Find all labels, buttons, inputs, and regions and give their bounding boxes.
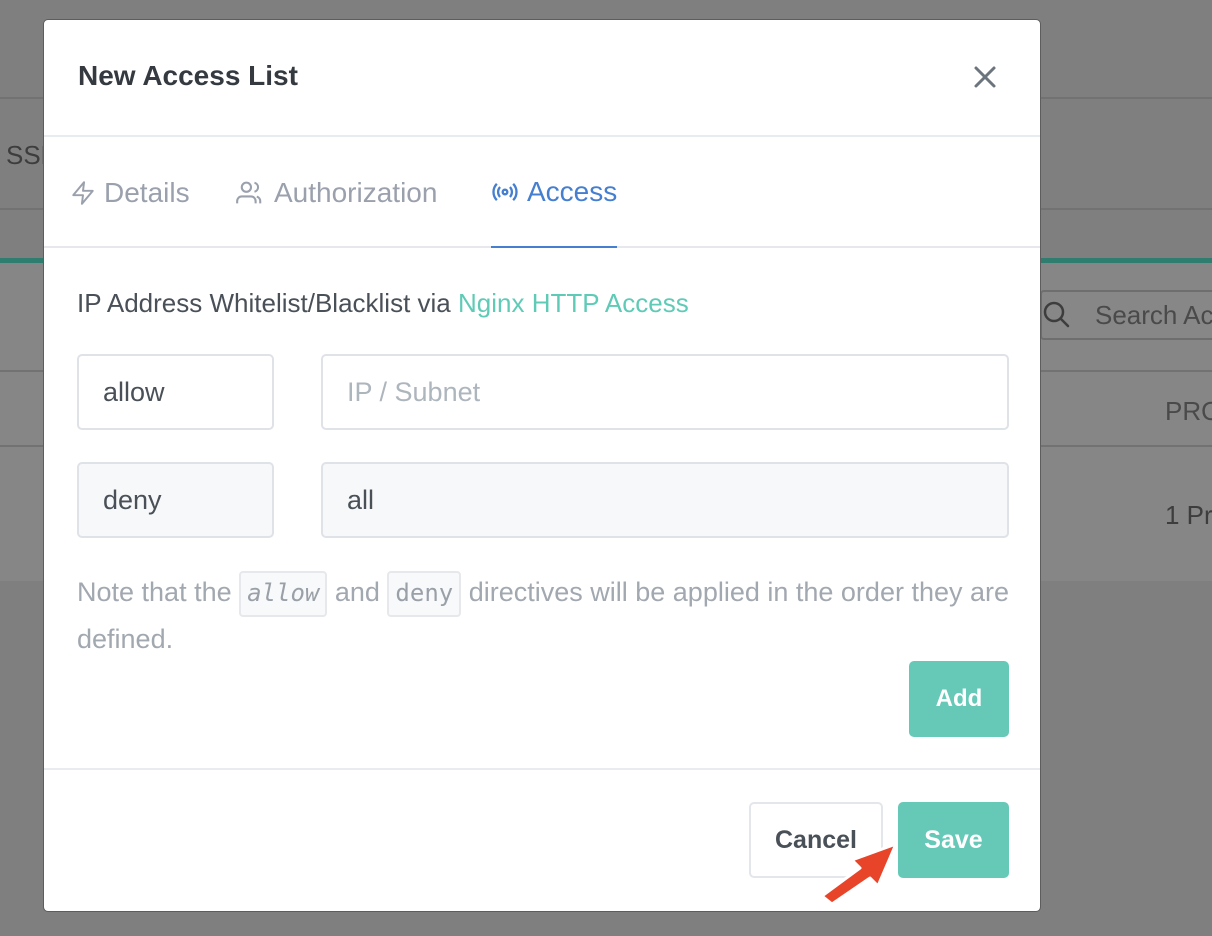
background-table-cell: 1 Pr xyxy=(1165,500,1212,530)
background-column-header: PRO xyxy=(1165,396,1212,426)
order-note: Note that the allow and deny directives … xyxy=(77,570,1012,661)
tab-bar: Details Authorization Access xyxy=(44,137,1040,248)
directive-select-allow[interactable]: allow xyxy=(77,354,274,430)
background-search-placeholder: Search Acc xyxy=(1095,300,1212,330)
ip-subnet-text-input[interactable] xyxy=(347,376,1007,408)
modal-header: New Access List xyxy=(44,20,1040,137)
intro-label: IP Address Whitelist/Blacklist via xyxy=(77,288,458,318)
annotation-arrow-icon xyxy=(820,842,898,906)
users-icon xyxy=(236,181,262,203)
tab-details-label: Details xyxy=(104,176,190,208)
tab-authorization-label: Authorization xyxy=(274,176,438,208)
ip-address-value: all xyxy=(347,484,375,515)
code-allow: allow xyxy=(239,570,328,617)
modal-title: New Access List xyxy=(78,60,298,91)
ip-subnet-input[interactable] xyxy=(321,354,1009,430)
directive-value: allow xyxy=(103,376,165,407)
tab-details[interactable]: Details xyxy=(70,137,190,248)
access-list-modal: New Access List Details Authorization Ac… xyxy=(43,19,1041,912)
note-text: and xyxy=(327,577,388,607)
modal-body: IP Address Whitelist/Blacklist via Nginx… xyxy=(44,248,1040,770)
nginx-http-access-link[interactable]: Nginx HTTP Access xyxy=(458,288,689,318)
tab-access-label: Access xyxy=(527,175,618,207)
note-text: Note that the xyxy=(77,577,240,607)
add-rule-button[interactable]: Add xyxy=(909,661,1009,737)
directive-value: deny xyxy=(103,484,162,515)
close-icon[interactable] xyxy=(970,62,1000,92)
tab-access[interactable]: Access xyxy=(491,137,618,248)
search-icon xyxy=(1043,301,1070,328)
code-deny: deny xyxy=(387,570,462,617)
lightning-icon xyxy=(72,180,94,205)
broadcast-icon xyxy=(492,182,518,201)
directive-select-deny[interactable]: deny xyxy=(77,462,274,538)
ip-address-field-all[interactable]: all xyxy=(321,462,1009,538)
intro-text: IP Address Whitelist/Blacklist via Nginx… xyxy=(77,288,689,319)
save-button[interactable]: Save xyxy=(898,802,1009,878)
tab-authorization[interactable]: Authorization xyxy=(236,137,437,248)
